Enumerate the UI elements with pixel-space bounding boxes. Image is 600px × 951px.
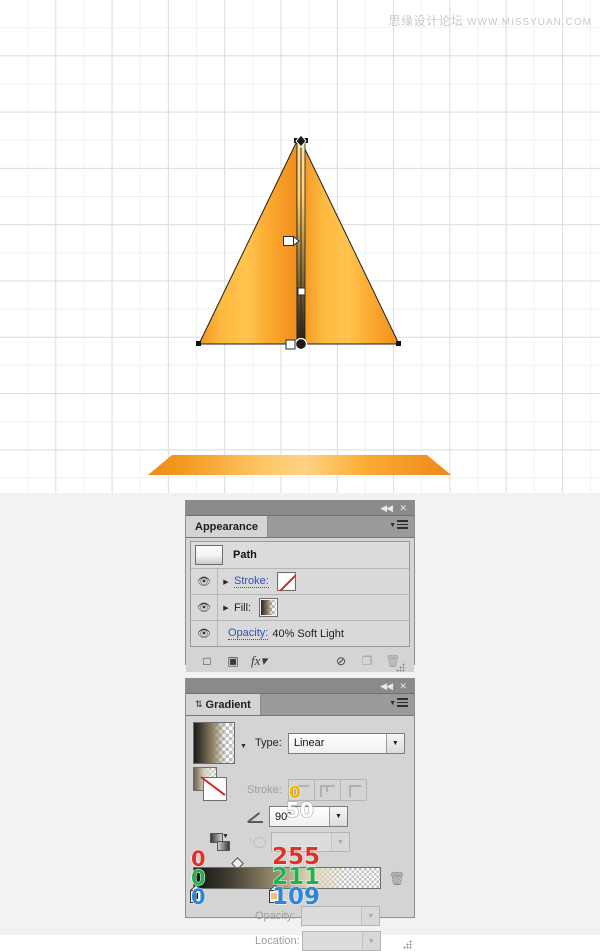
visibility-toggle-opacity[interactable]: 👁 [191,621,218,646]
angle-icon [248,811,264,823]
gradient-panel-topbar: ◀◀ ✕ [186,679,414,694]
close-icon[interactable]: ✕ [399,502,407,514]
gradient-angle-row: 90° ▼ [248,806,407,827]
appearance-footer: □ ▣ fx▾ ⊘ ❐ 🗑 [194,650,406,672]
delete-stop-icon[interactable]: 🗑 [388,871,405,887]
type-label: Type: [254,737,282,749]
opacity-value: 40% Soft Light [272,627,344,640]
panel-menu-bars [397,698,408,709]
chevron-down-icon[interactable]: ▼ [361,907,380,925]
gradient-preview-caret-icon[interactable]: ▼ [240,743,247,750]
appearance-row-fill[interactable]: 👁 ▶ Fill: [191,595,409,621]
gradient-preview-swatch[interactable] [193,722,235,764]
opacity-label[interactable]: Opacity: [228,627,269,640]
appearance-object-row[interactable]: Path [191,542,409,569]
gradient-aspect-input[interactable]: ▼ [271,832,350,852]
gradient-opacity-row: Opacity: ▼ [255,906,407,926]
fill-label[interactable]: Fill: [234,602,251,614]
gradient-location-label: Location: [255,935,300,947]
appearance-list: Path 👁 ▶ Stroke: 👁 ▶ Fill: 👁 Opacity: 40… [190,541,410,647]
aspect-ratio-icon: ↕ [248,835,266,849]
object-thumbnail [195,545,223,565]
tab-appearance-label: Appearance [195,520,258,533]
fill-stroke-swap-icon[interactable] [193,767,227,801]
gradient-panel[interactable]: ◀◀ ✕ ⇅ Gradient ▼ ▼ Type: Linear ▼ Strok… [185,678,415,951]
chevron-down-icon[interactable]: ▼ [331,833,349,851]
clear-appearance-icon[interactable]: ⊘ [328,650,354,672]
appearance-row-stroke[interactable]: 👁 ▶ Stroke: [191,569,409,595]
gradient-opacity-input[interactable]: ▼ [301,906,381,926]
gradient-type-value: Linear [293,737,325,749]
panel-menu-icon[interactable]: ▼ [389,698,408,709]
gradient-stop-1[interactable] [268,884,281,903]
tab-appearance[interactable]: Appearance [186,516,268,537]
tab-gradient[interactable]: ⇅ Gradient [186,694,261,715]
tabbar-filler: ▼ [267,516,414,537]
resize-grip[interactable] [396,663,405,672]
stroke-within-button[interactable] [287,779,315,801]
add-new-stroke-icon[interactable]: □ [194,650,220,672]
gradient-location-input[interactable]: ▼ [301,931,381,951]
stroke-along-button[interactable] [313,779,341,801]
gradient-slider[interactable]: 🗑 [189,857,407,904]
appearance-tabbar: Appearance ▼ [186,516,414,538]
gradient-type-select[interactable]: Linear ▼ [287,732,405,754]
fx-icon[interactable]: fx▾ [246,650,272,672]
collapse-icon[interactable]: ◀◀ [380,502,393,514]
appearance-row-opacity[interactable]: 👁 Opacity: 40% Soft Light [191,621,409,646]
panel-menu-icon[interactable]: ▼ [389,520,408,531]
tab-gradient-label: Gradient [205,698,251,711]
close-icon[interactable]: ✕ [399,680,407,692]
chevron-down-icon[interactable]: ▼ [329,807,347,826]
panel-menu-caret: ▼ [389,521,396,529]
object-name: Path [233,549,257,561]
collapse-icon[interactable]: ◀◀ [380,680,393,692]
disclosure-triangle-stroke[interactable]: ▶ [218,578,234,586]
gradient-aspect-row: ▼ ↕ ▼ [210,832,407,852]
visibility-toggle-stroke[interactable]: 👁 [191,569,218,594]
fill-swatch-gradient[interactable] [259,598,279,617]
chevron-down-icon[interactable]: ▼ [385,733,404,753]
gradient-angle-input[interactable]: 90° ▼ [269,806,348,827]
artboard-canvas[interactable]: 思缘设计论坛 WWW.MISSYUAN.COM [0,0,600,493]
stroke-across-button[interactable] [339,779,367,801]
gradient-opacity-label: Opacity: [255,910,296,922]
gradient-stop-0[interactable] [189,884,202,903]
stroke-gradient-type-buttons [287,779,367,801]
gradient-tabbar: ⇅ Gradient ▼ [186,694,414,716]
appearance-panel[interactable]: ◀◀ ✕ Appearance ▼ Path 👁 ▶ Stroke: 👁 ▶ F… [185,500,415,672]
appearance-panel-topbar: ◀◀ ✕ [186,501,414,516]
panel-menu-caret: ▼ [389,699,396,707]
disclosure-triangle-fill[interactable]: ▶ [218,604,234,612]
gradient-tab-icon: ⇅ [195,699,203,709]
artwork-vector [148,134,451,475]
panel-menu-bars [397,520,408,531]
resize-grip[interactable] [403,940,412,949]
duplicate-item-icon[interactable]: ❐ [354,650,380,672]
gradient-angle-value: 90° [275,810,292,823]
gradient-type-row: ▼ Type: Linear ▼ [193,722,407,764]
tabbar-filler: ▼ [260,694,414,715]
stroke-label: Stroke: [247,784,282,796]
visibility-toggle-fill[interactable]: 👁 [191,595,218,620]
gradient-body: ▼ Type: Linear ▼ Stroke: 90° ▼ ▼ ↕ ▼ 🗑 O… [186,716,414,951]
gradient-stroke-row: Stroke: [193,767,407,801]
stroke-swatch-none[interactable] [276,572,296,591]
appearance-body: Path 👁 ▶ Stroke: 👁 ▶ Fill: 👁 Opacity: 40… [186,538,414,672]
add-new-fill-icon[interactable]: ▣ [220,650,246,672]
gradient-location-row: Location: ▼ [255,931,407,951]
reverse-gradient-icon[interactable]: ▼ [210,833,232,851]
gradient-slider-track[interactable] [193,867,381,889]
stroke-label[interactable]: Stroke: [234,575,269,588]
